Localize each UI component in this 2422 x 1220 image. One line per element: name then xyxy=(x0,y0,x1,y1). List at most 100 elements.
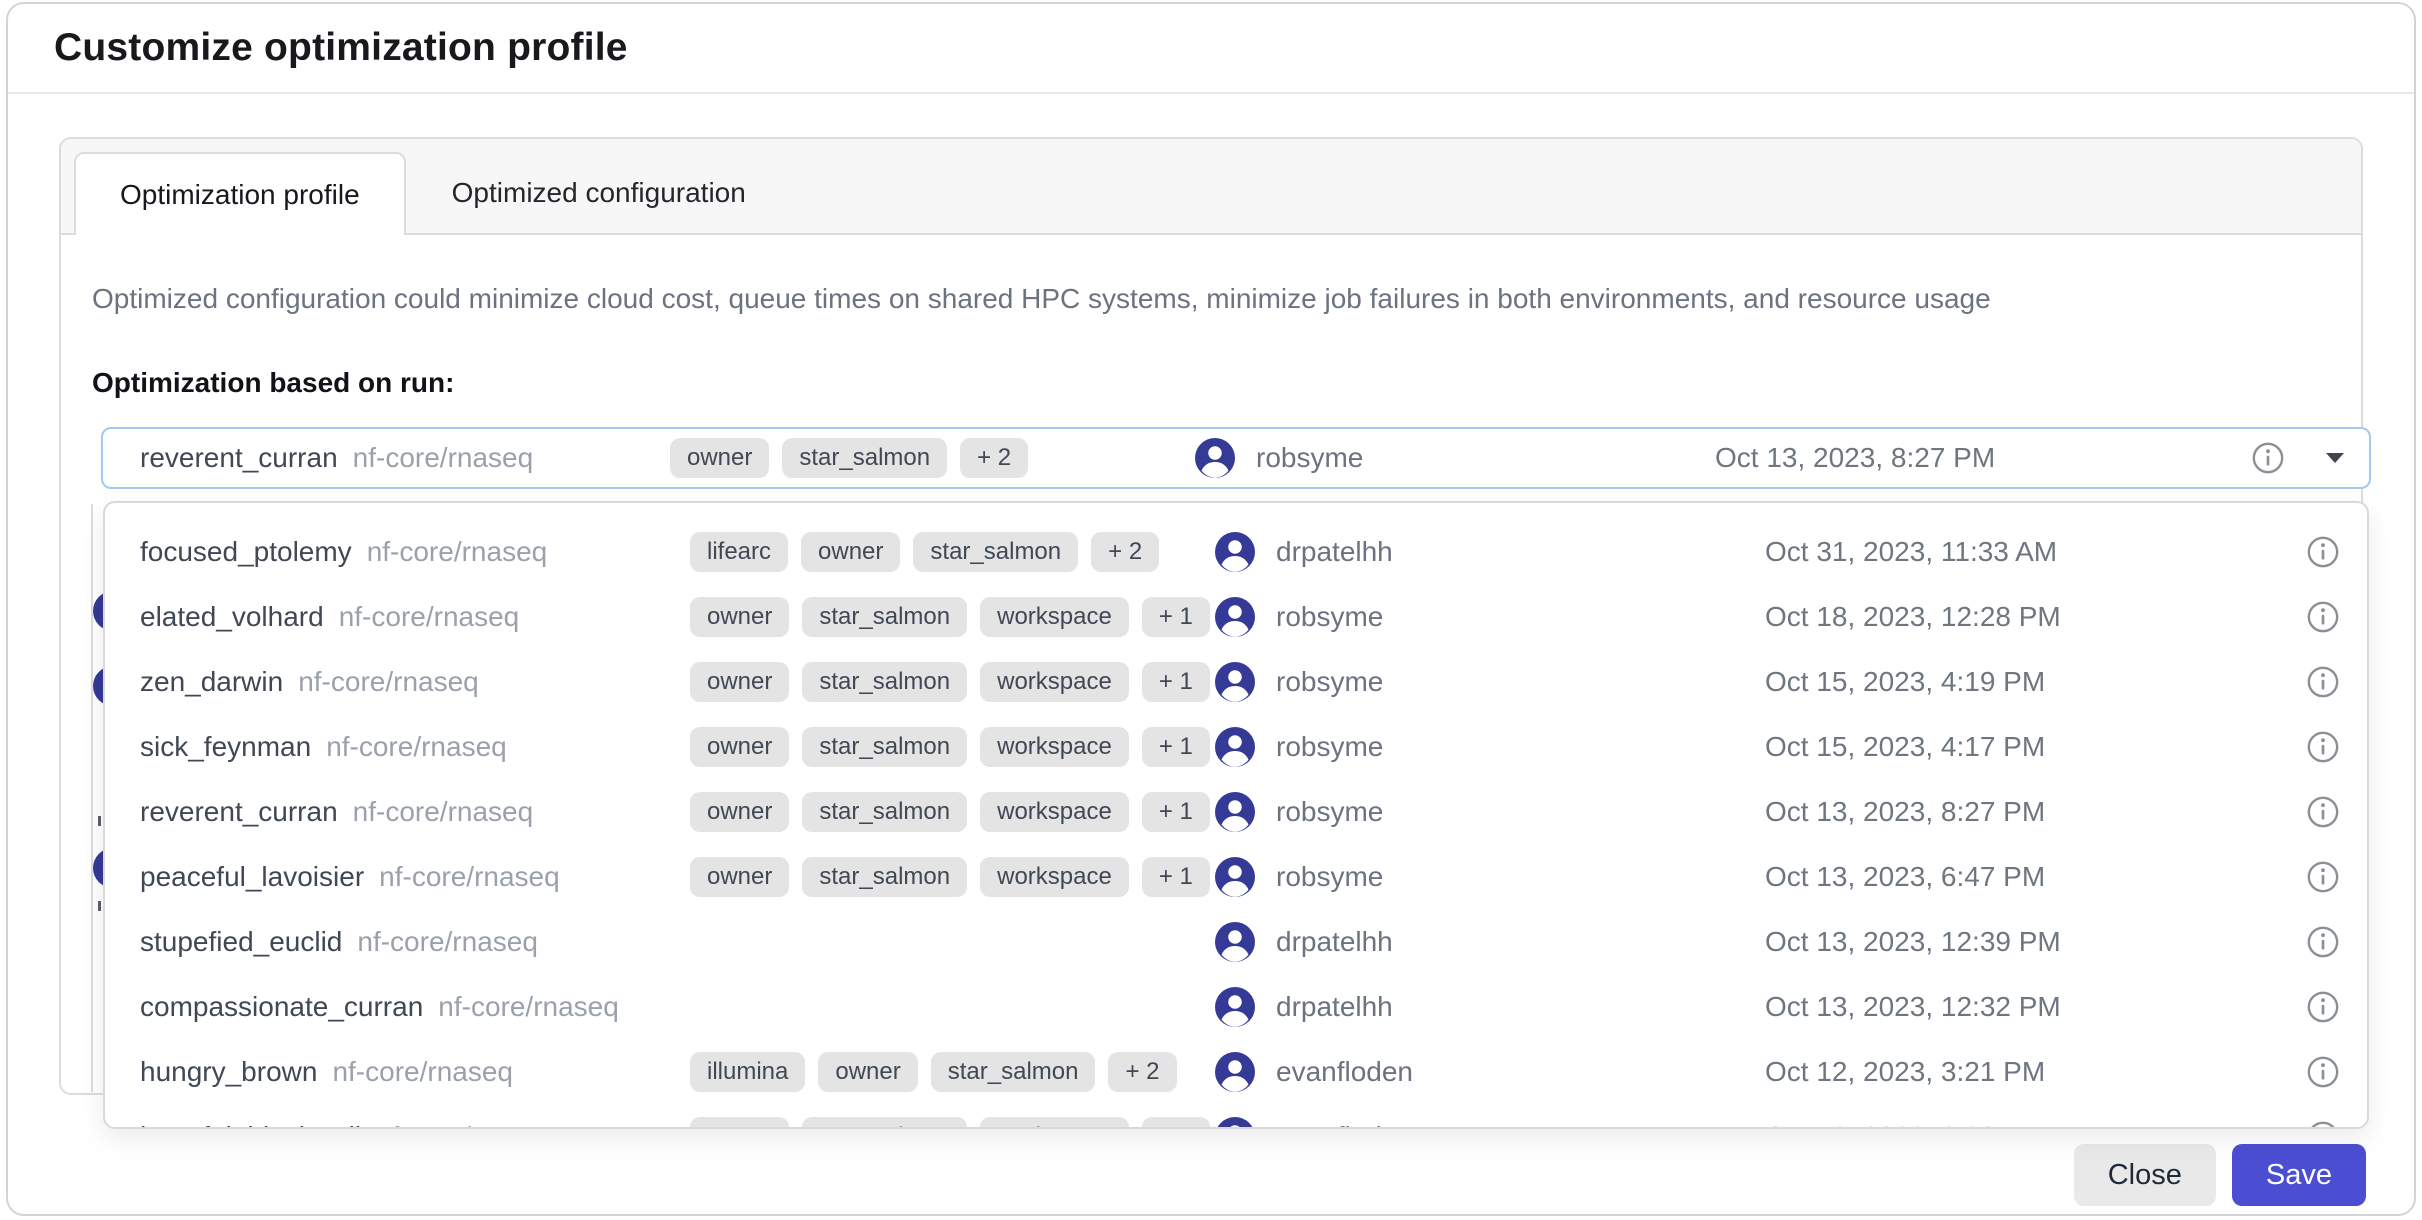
run-option-row[interactable]: hungry_brown nf-core/rnaseq illuminaowne… xyxy=(105,1039,2367,1104)
run-tag-badge: workspace xyxy=(980,1117,1129,1130)
selected-run-username: robsyme xyxy=(1256,442,1363,474)
run-tag-badge: + 2 xyxy=(960,438,1028,478)
tab-optimized-configuration[interactable]: Optimized configuration xyxy=(406,152,792,233)
customize-optimization-modal: Customize optimization profile Optimizat… xyxy=(6,2,2416,1216)
run-info-cell xyxy=(2306,779,2340,844)
run-pipeline: nf-core/rnaseq xyxy=(376,1121,557,1130)
tab-optimization-profile[interactable]: Optimization profile xyxy=(74,152,406,235)
run-tag-badge: owner xyxy=(801,532,900,572)
run-tags: ownerstar_salmonworkspace+ 1 xyxy=(690,649,1210,714)
run-option-row[interactable]: hopeful_blackwell nf-core/rnaseq ownerst… xyxy=(105,1104,2367,1129)
run-option-row[interactable]: elated_volhard nf-core/rnaseq ownerstar_… xyxy=(105,584,2367,649)
run-username: robsyme xyxy=(1276,731,1383,763)
run-username: robsyme xyxy=(1276,601,1383,633)
run-tag-badge: + 2 xyxy=(1108,1052,1176,1092)
info-icon[interactable] xyxy=(2306,1055,2340,1089)
run-tag-badge: illumina xyxy=(690,1052,805,1092)
run-option-row[interactable]: zen_darwin nf-core/rnaseq ownerstar_salm… xyxy=(105,649,2367,714)
run-pipeline: nf-core/rnaseq xyxy=(379,861,560,893)
modal-header: Customize optimization profile xyxy=(8,4,2414,94)
run-tag-badge: + 1 xyxy=(1142,792,1210,832)
run-info-cell xyxy=(2306,974,2340,1039)
run-tag-badge: + 1 xyxy=(1142,597,1210,637)
run-tag-badge: + 1 xyxy=(1142,1117,1210,1130)
selected-run-name: reverent_curran xyxy=(140,442,338,474)
run-info-cell xyxy=(2306,584,2340,649)
run-name-cell: hungry_brown nf-core/rnaseq xyxy=(140,1039,513,1104)
save-button[interactable]: Save xyxy=(2232,1144,2366,1206)
info-icon[interactable] xyxy=(2306,600,2340,634)
info-icon[interactable] xyxy=(2306,535,2340,569)
run-username: evanfloden xyxy=(1276,1056,1413,1088)
run-pipeline: nf-core/rnaseq xyxy=(332,1056,513,1088)
run-date: Oct 12, 2023, 2:29 PM xyxy=(1765,1104,2045,1129)
run-info-cell xyxy=(2306,1104,2340,1129)
run-option-row[interactable]: reverent_curran nf-core/rnaseq ownerstar… xyxy=(105,779,2367,844)
info-icon[interactable] xyxy=(2306,1120,2340,1130)
run-date: Oct 13, 2023, 12:32 PM xyxy=(1765,974,2061,1039)
run-tag-badge: star_salmon xyxy=(913,532,1078,572)
run-option-row[interactable]: compassionate_curran nf-core/rnaseq drpa… xyxy=(105,974,2367,1039)
run-date: Oct 13, 2023, 8:27 PM xyxy=(1765,779,2045,844)
chevron-down-icon[interactable] xyxy=(2323,450,2347,466)
run-name-cell: stupefied_euclid nf-core/rnaseq xyxy=(140,909,538,974)
background-content-edge xyxy=(91,504,93,1092)
info-icon[interactable] xyxy=(2306,925,2340,959)
run-date: Oct 31, 2023, 11:33 AM xyxy=(1765,519,2057,584)
run-date: Oct 13, 2023, 6:47 PM xyxy=(1765,844,2045,909)
info-icon[interactable] xyxy=(2306,665,2340,699)
run-option-row[interactable]: sick_feynman nf-core/rnaseq ownerstar_sa… xyxy=(105,714,2367,779)
info-icon[interactable] xyxy=(2306,860,2340,894)
run-tags: ownerstar_salmonworkspace+ 1 xyxy=(690,584,1210,649)
run-name: hopeful_blackwell xyxy=(140,1121,361,1130)
run-name-cell: compassionate_curran nf-core/rnaseq xyxy=(140,974,619,1039)
run-tag-badge: star_salmon xyxy=(802,662,967,702)
run-tag-badge: lifearc xyxy=(690,532,788,572)
run-option-row[interactable]: peaceful_lavoisier nf-core/rnaseq owners… xyxy=(105,844,2367,909)
run-name: hungry_brown xyxy=(140,1056,317,1088)
info-icon[interactable] xyxy=(2306,730,2340,764)
run-tag-badge: owner xyxy=(690,792,789,832)
run-picker-label: Optimization based on run: xyxy=(92,367,454,399)
selected-run-tags: ownerstar_salmon+ 2 xyxy=(670,429,1028,487)
run-name-cell: hopeful_blackwell nf-core/rnaseq xyxy=(140,1104,557,1129)
run-info-cell xyxy=(2306,649,2340,714)
run-info-cell xyxy=(2306,519,2340,584)
run-pipeline: nf-core/rnaseq xyxy=(339,601,520,633)
selected-run-caret xyxy=(2323,429,2347,487)
info-icon[interactable] xyxy=(2306,795,2340,829)
run-select-combobox[interactable]: reverent_curran nf-core/rnaseq ownerstar… xyxy=(101,427,2371,489)
optimization-description: Optimized configuration could minimize c… xyxy=(92,283,1991,315)
info-icon[interactable] xyxy=(2251,441,2285,475)
run-option-row[interactable]: focused_ptolemy nf-core/rnaseq lifearcow… xyxy=(105,519,2367,584)
run-info-cell xyxy=(2306,844,2340,909)
run-tags: ownerstar_salmonworkspace+ 1 xyxy=(690,1104,1210,1129)
run-user-cell: robsyme xyxy=(1215,714,1383,779)
selected-run-pipeline: nf-core/rnaseq xyxy=(353,442,534,474)
run-username: drpatelhh xyxy=(1276,991,1393,1023)
run-tag-badge: owner xyxy=(690,727,789,767)
run-user-cell: drpatelhh xyxy=(1215,909,1393,974)
info-icon[interactable] xyxy=(2306,990,2340,1024)
run-tags: ownerstar_salmonworkspace+ 1 xyxy=(690,844,1210,909)
run-tags: ownerstar_salmonworkspace+ 1 xyxy=(690,714,1210,779)
run-info-cell xyxy=(2306,714,2340,779)
run-tag-badge: star_salmon xyxy=(802,1117,967,1130)
run-user-cell: drpatelhh xyxy=(1215,519,1393,584)
close-button[interactable]: Close xyxy=(2074,1144,2216,1206)
user-avatar-icon xyxy=(1215,987,1255,1027)
run-tag-badge: owner xyxy=(690,597,789,637)
run-username: robsyme xyxy=(1276,666,1383,698)
run-username: robsyme xyxy=(1276,861,1383,893)
run-user-cell: robsyme xyxy=(1215,584,1383,649)
user-avatar-icon xyxy=(1215,1117,1255,1130)
run-name-cell: elated_volhard nf-core/rnaseq xyxy=(140,584,519,649)
run-pipeline: nf-core/rnaseq xyxy=(438,991,619,1023)
run-date: Oct 15, 2023, 4:19 PM xyxy=(1765,649,2045,714)
run-option-row[interactable]: stupefied_euclid nf-core/rnaseq drpatelh… xyxy=(105,909,2367,974)
run-pipeline: nf-core/rnaseq xyxy=(298,666,479,698)
run-name: focused_ptolemy xyxy=(140,536,352,568)
run-tag-badge: workspace xyxy=(980,662,1129,702)
user-avatar-icon xyxy=(1215,922,1255,962)
tab-bar: Optimization profile Optimized configura… xyxy=(61,139,2361,235)
